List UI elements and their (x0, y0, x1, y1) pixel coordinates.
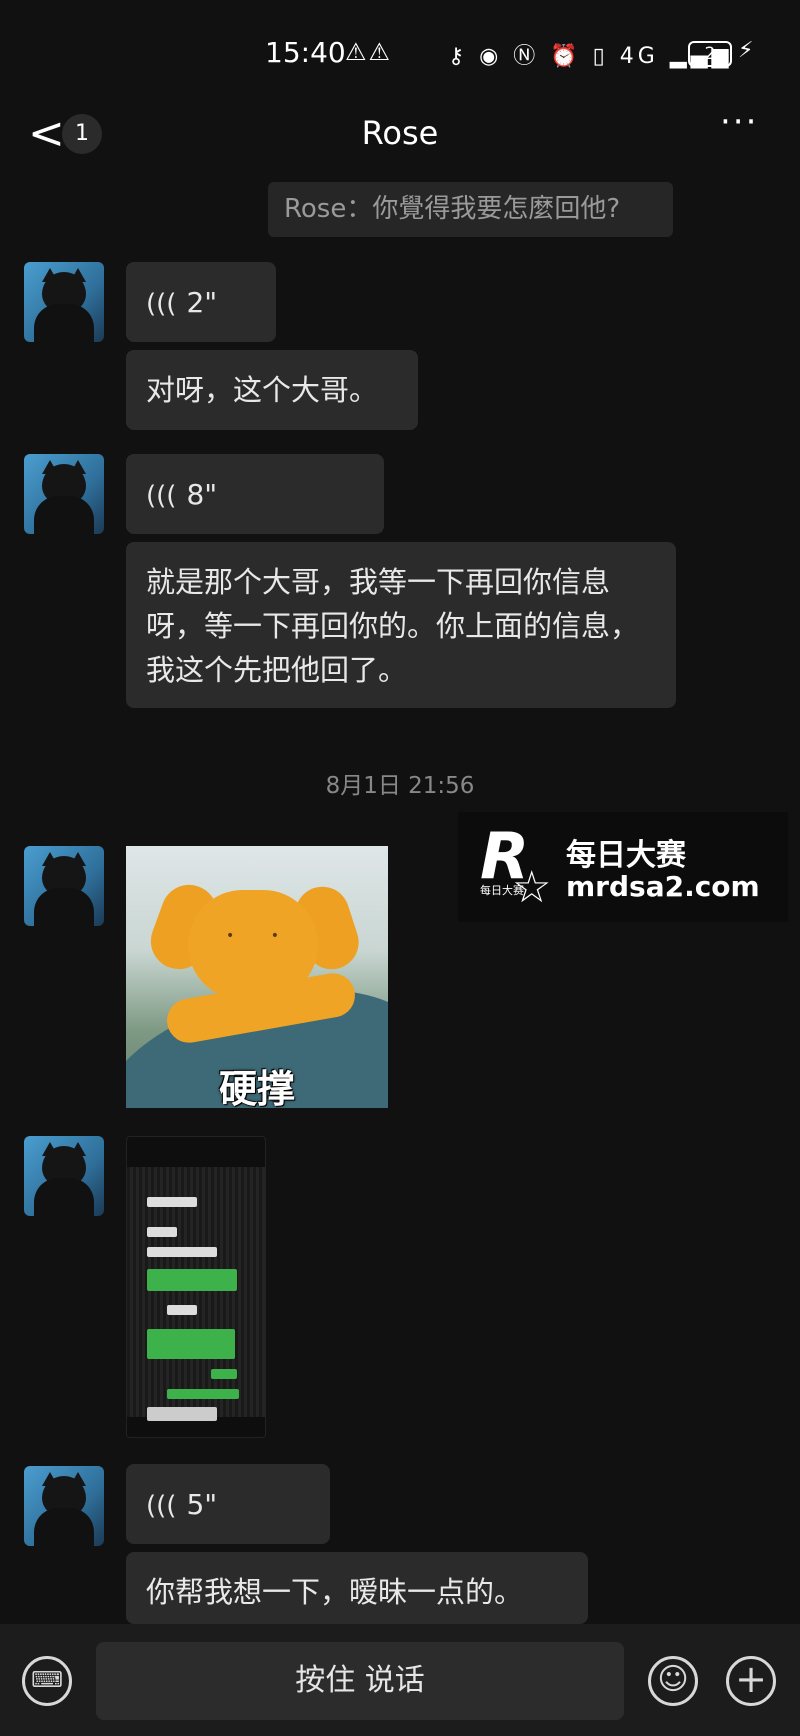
voice-message[interactable]: ((( 2" (126, 262, 276, 342)
plus-icon[interactable]: + (726, 1656, 776, 1706)
watermark-url: mrdsa2.com (566, 870, 760, 903)
warning-icon: ⚠⚠ (345, 38, 393, 66)
text-message[interactable]: 就是那个大哥，我等一下再回你信息呀，等一下再回你的。你上面的信息，我这个先把他回… (126, 542, 676, 708)
watermark-logo-text: 每日大赛 (480, 884, 524, 897)
quoted-message[interactable]: Rose：你覺得我要怎麼回他? (268, 182, 673, 237)
avatar[interactable] (24, 262, 104, 342)
watermark-title: 每日大赛 (566, 838, 686, 873)
more-options-icon[interactable]: ··· (720, 102, 758, 142)
voice-duration: 8" (186, 478, 218, 511)
watermark: R ☆ 每日大赛 每日大赛 mrdsa2.com (458, 812, 788, 922)
voice-duration: 5" (186, 1488, 218, 1521)
avatar[interactable] (24, 846, 104, 926)
voice-wave-icon: ((( (146, 1491, 177, 1521)
chat-header: < 1 Rose ··· (0, 102, 800, 164)
chat-title: Rose (361, 114, 439, 152)
status-time: 15:40 (265, 36, 346, 69)
input-bar: ⌨ 按住 说话 ☺ + (0, 1624, 800, 1736)
emoji-icon[interactable]: ☺ (648, 1656, 698, 1706)
avatar[interactable] (24, 454, 104, 534)
avatar[interactable] (24, 1466, 104, 1546)
charging-icon: ⚡ (738, 38, 754, 63)
voice-message[interactable]: ((( 5" (126, 1464, 330, 1544)
sticker-caption: 硬撑 (218, 1067, 295, 1108)
battery-icon: 2 (688, 41, 732, 67)
voice-duration: 2" (186, 286, 218, 319)
screenshot-image[interactable] (126, 1136, 266, 1438)
text-message[interactable]: 你帮我想一下，暧昧一点的。 (126, 1552, 588, 1624)
status-bar: 15:40 ⚠⚠ ⚷ ◉ Ⓝ ⏰ ▯ 4G ▂▄▆ 2 ⚡ (0, 0, 800, 108)
keyboard-icon[interactable]: ⌨ (22, 1656, 72, 1706)
sticker-image[interactable]: • • 硬撑 (126, 846, 388, 1108)
message-timestamp: 8月1日 21:56 (325, 773, 475, 799)
voice-wave-icon: ((( (146, 289, 177, 319)
avatar[interactable] (24, 1136, 104, 1216)
voice-message[interactable]: ((( 8" (126, 454, 384, 534)
text-message[interactable]: 对呀，这个大哥。 (126, 350, 418, 430)
hold-to-talk-button[interactable]: 按住 说话 (96, 1642, 624, 1720)
voice-wave-icon: ((( (146, 481, 177, 511)
